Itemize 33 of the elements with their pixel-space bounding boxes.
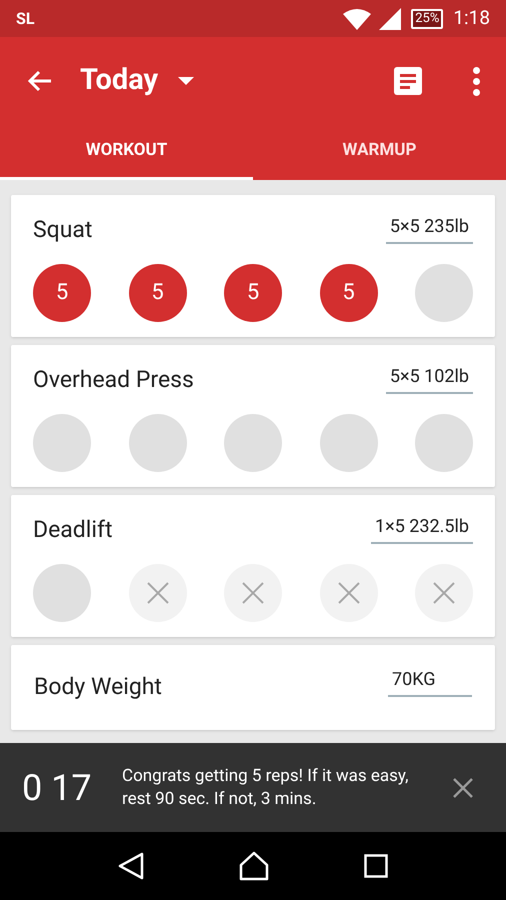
home-nav-button[interactable] <box>238 851 269 881</box>
close-button[interactable] <box>452 776 474 798</box>
exercise-name: Squat <box>33 215 92 245</box>
snackbar-message: Congrats getting 5 reps! If it was easy, rest 90 sec. If not, 3 mins. <box>122 764 410 810</box>
set-button[interactable]: 5 <box>128 264 186 322</box>
recents-nav-button[interactable] <box>364 854 388 878</box>
weight-field[interactable]: 1×5 232.5lb <box>371 513 473 544</box>
notes-button[interactable] <box>394 67 422 95</box>
set-button[interactable]: 5 <box>224 264 282 322</box>
weight-field[interactable]: 5×5 235lb <box>386 213 473 244</box>
body-weight-field[interactable]: 70KG <box>388 666 472 697</box>
exercise-name: Deadlift <box>33 515 112 545</box>
back-nav-button[interactable] <box>118 852 144 880</box>
cross-icon <box>336 580 360 604</box>
more-button[interactable] <box>472 66 480 96</box>
set-button[interactable]: 5 <box>33 264 91 322</box>
tab[interactable]: WARMUP <box>253 125 506 180</box>
weight-field[interactable]: 5×5 102lb <box>386 363 473 394</box>
cross-icon <box>432 580 456 604</box>
wifi-icon <box>343 8 372 30</box>
signal-icon <box>379 8 402 30</box>
caret-icon <box>178 77 194 85</box>
body-weight-label: Body Weight <box>34 672 162 702</box>
carrier-text: SL <box>16 8 35 30</box>
cross-icon <box>241 580 265 604</box>
battery-indicator: 25% <box>411 8 444 28</box>
tab[interactable]: WORKOUT <box>0 125 253 180</box>
exercise-name: Overhead Press <box>33 365 194 395</box>
rest-timer: 0 17 <box>22 766 93 810</box>
cross-icon <box>146 580 170 604</box>
set-button[interactable]: 5 <box>320 264 378 322</box>
title-dropdown[interactable]: Today <box>80 59 194 103</box>
clock-text: 1:18 <box>453 5 490 32</box>
